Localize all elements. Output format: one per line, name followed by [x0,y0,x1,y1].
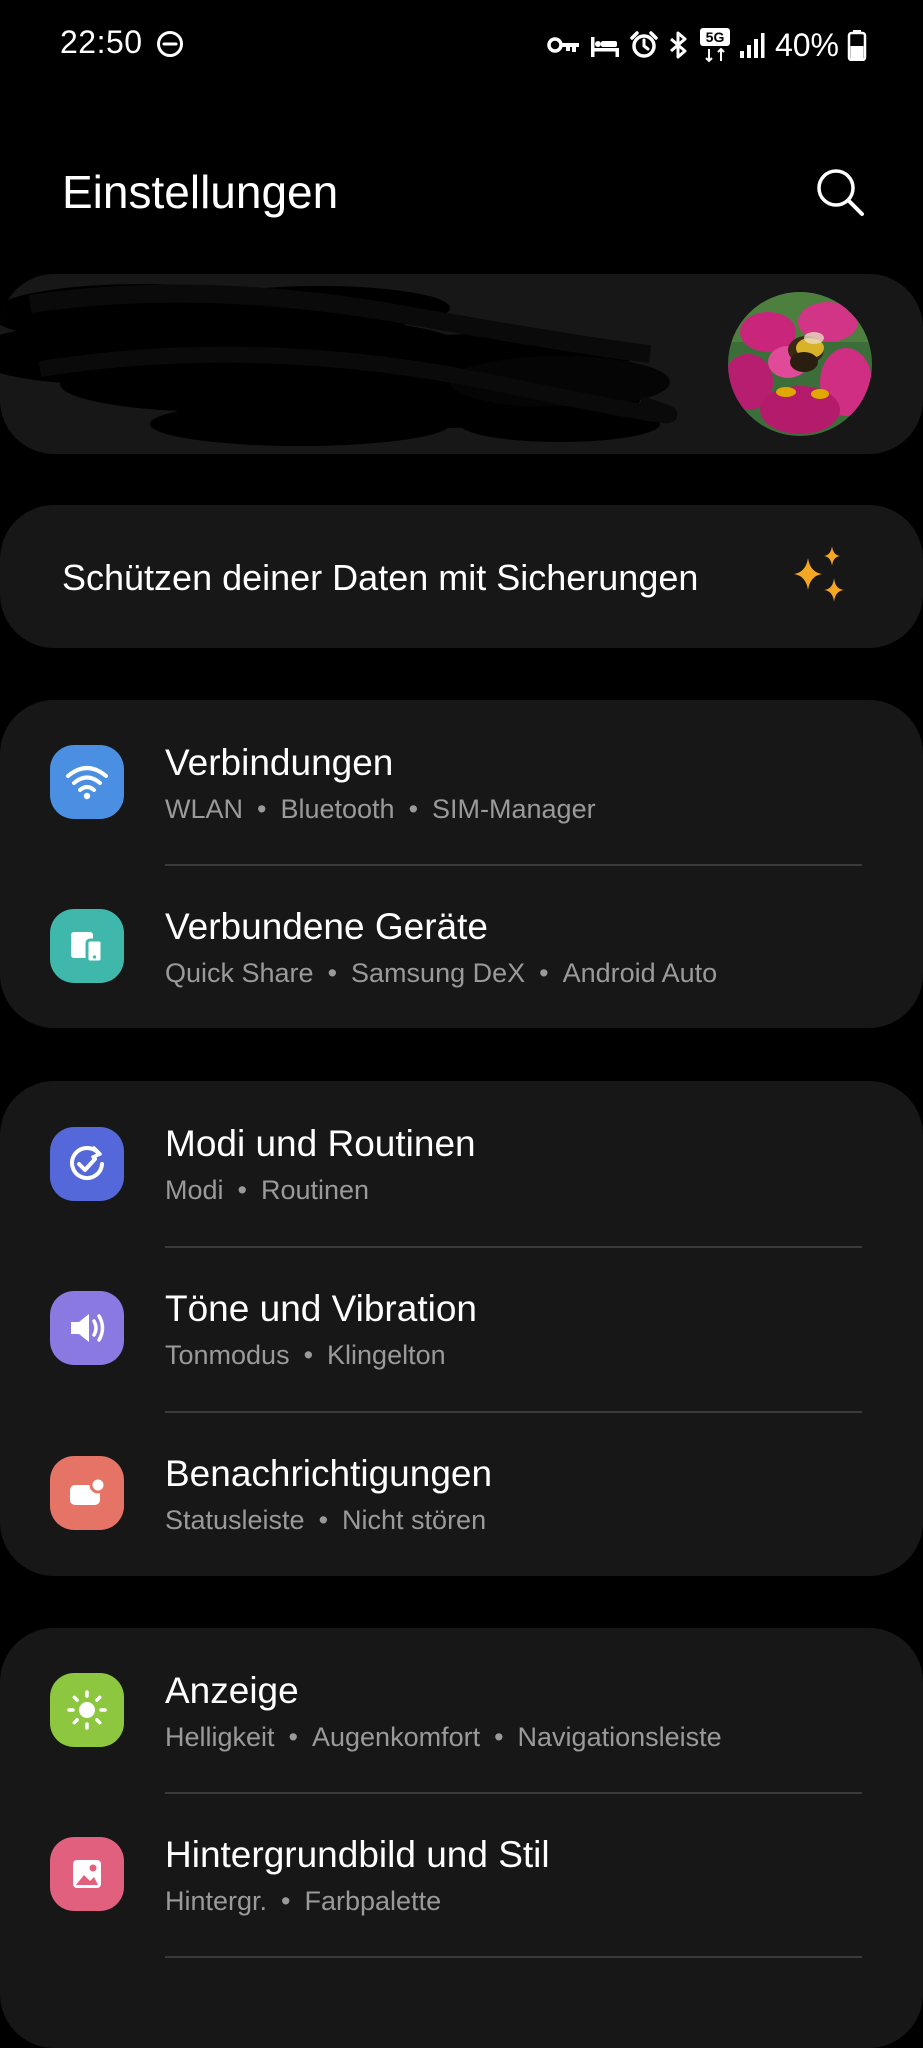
settings-item-subtitle: Modi • Routinen [165,1175,370,1205]
subtitle-part: Statusleiste [165,1505,305,1535]
wifi-icon [50,745,124,819]
subtitle-part: Tonmodus [165,1340,290,1370]
sparkle-icon [788,544,852,610]
settings-item-title: Verbundene Geräte [165,906,488,947]
settings-item-title: Modi und Routinen [165,1123,476,1164]
avatar[interactable] [728,292,872,436]
subtitle-part: Augenkomfort [312,1722,481,1752]
divider [165,1956,862,1958]
subtitle-part: Navigationsleiste [517,1722,722,1752]
subtitle-part: Quick Share [165,958,314,988]
subtitle-part: Farbpalette [304,1886,442,1916]
wallpaper-icon [50,1837,124,1911]
5g-icon: 5G [699,27,731,63]
settings-item-title: Verbindungen [165,742,394,783]
settings-item-anzeige[interactable]: Anzeige Helligkeit • Augenkomfort • Navigati… [0,1628,923,1792]
settings-item-subtitle: Statusleiste • Nicht stören [165,1505,487,1535]
bluetooth-icon [667,30,691,60]
settings-item-subtitle: Hintergr. • Farbpalette [165,1886,442,1916]
settings-item-title: Anzeige [165,1670,299,1711]
settings-item-title: Töne und Vibration [165,1288,477,1329]
sleep-icon [589,31,621,59]
subtitle-part: Bluetooth [280,794,395,824]
status-icons: 5G 40% [547,22,867,68]
settings-item-modi-routinen[interactable]: Modi und Routinen Modi • Routinen [0,1081,923,1245]
settings-item-subtitle: Helligkeit • Augenkomfort • Navigationsleist… [165,1722,722,1752]
alarm-icon [629,30,659,60]
settings-item-subtitle: Tonmodus • Klingelton [165,1340,446,1370]
settings-item-hintergrundbild-stil[interactable]: Hintergrundbild und Stil Hintergr. • Farbp… [0,1792,923,1956]
settings-item-verbindungen[interactable]: Verbindungen WLAN • Bluetooth • SIM-Manager [0,700,923,864]
display-icon [50,1673,124,1747]
subtitle-part: Helligkeit [165,1722,275,1752]
subtitle-part: SIM-Manager [432,794,596,824]
modes-routines-icon [50,1127,124,1201]
search-icon [817,169,864,216]
subtitle-part: Nicht stören [342,1505,487,1535]
page-title: Einstellungen [62,166,339,218]
dnd-icon [156,30,184,58]
connected-devices-icon [50,909,124,983]
notifications-icon [50,1456,124,1530]
avatar-photo [728,292,872,436]
settings-item-subtitle: WLAN • Bluetooth • SIM-Manager [165,794,596,824]
battery-icon [847,29,867,61]
settings-item-toene-vibration[interactable]: Töne und Vibration Tonmodus • Klingelton [0,1246,923,1410]
status-bar: 22:50 5G 40% [0,0,923,90]
settings-group-2: Modi und Routinen Modi • Routinen Töne und… [0,1081,923,1576]
search-button[interactable] [812,164,868,220]
subtitle-part: Routinen [260,1175,370,1205]
subtitle-part: Modi [165,1175,224,1205]
settings-item-verbundene-geraete[interactable]: Verbundene Geräte Quick Share • Samsung De… [0,864,923,1028]
settings-item-title: Hintergrundbild und Stil [165,1834,550,1875]
subtitle-part: Samsung DeX [351,958,526,988]
vpn-key-icon [547,35,581,55]
account-card[interactable] [0,274,923,454]
signal-icon [739,31,765,59]
battery-percent: 40% [774,26,839,63]
backup-card[interactable]: Schützen deiner Daten mit Sicherungen [0,505,923,648]
subtitle-part: WLAN [165,794,244,824]
subtitle-part: Klingelton [327,1340,446,1370]
settings-group-1: Verbindungen WLAN • Bluetooth • SIM-Manager … [0,700,923,1028]
settings-item-subtitle: Quick Share • Samsung DeX • Android Auto [165,958,718,988]
status-time: 22:50 [60,24,143,60]
subtitle-part: Hintergr. [165,1886,268,1916]
settings-group-3: Anzeige Helligkeit • Augenkomfort • Navigati… [0,1628,923,2048]
backup-label: Schützen deiner Daten mit Sicherungen [62,557,699,598]
subtitle-part: Android Auto [562,958,718,988]
settings-item-benachrichtigungen[interactable]: Benachrichtigungen Statusleiste • Nicht st… [0,1411,923,1575]
sound-icon [50,1291,124,1365]
5g-label: 5G [706,29,725,45]
settings-item-title: Benachrichtigungen [165,1453,493,1494]
